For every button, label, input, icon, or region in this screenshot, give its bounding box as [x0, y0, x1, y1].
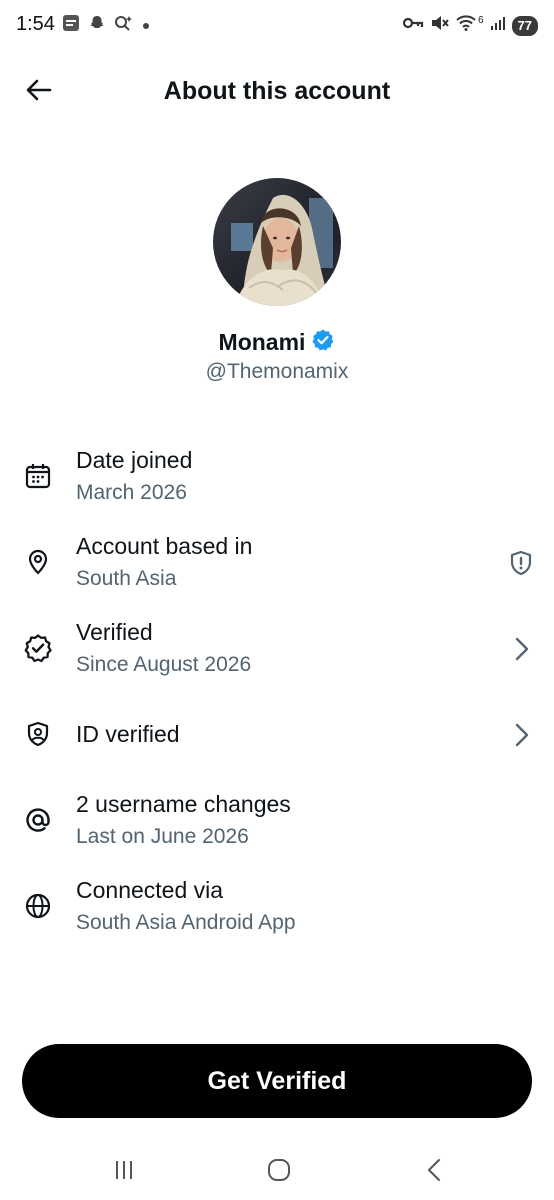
mute-icon: [430, 14, 450, 37]
id-shield-icon: [22, 718, 54, 750]
recents-icon[interactable]: [104, 1154, 144, 1186]
info-title: ID verified: [76, 721, 180, 747]
search-sparkle-icon: [114, 14, 134, 37]
calendar-icon: [22, 460, 54, 492]
info-title: Connected via: [76, 877, 224, 903]
vpn-key-icon: [402, 16, 424, 35]
signal-icon: [490, 15, 506, 36]
handle: @Themonamix: [205, 360, 349, 383]
display-name-row: Monami: [0, 328, 554, 357]
home-icon[interactable]: [259, 1154, 299, 1186]
info-title: Date joined: [76, 447, 193, 473]
info-title: 2 username changes: [76, 791, 291, 817]
info-subtitle: Last on June 2026: [76, 825, 249, 848]
dot-icon: [142, 17, 150, 35]
page-title: About this account: [163, 77, 391, 105]
info-item-connected-via: Connected via South Asia Android App: [0, 870, 554, 950]
samsung-news-icon: [62, 14, 80, 37]
status-bar: 1:54 6 77: [0, 0, 554, 52]
info-title: Account based in: [76, 533, 253, 559]
signal-label: 6: [477, 15, 484, 26]
verified-badge-icon: [311, 328, 335, 357]
info-subtitle: South Asia: [76, 567, 177, 590]
at-sign-icon: [22, 804, 54, 836]
status-right-icons: 6 77: [402, 14, 538, 37]
verified-badge-icon: [22, 632, 54, 664]
status-left-icons: [62, 14, 150, 37]
back-icon[interactable]: [414, 1154, 454, 1186]
info-subtitle: South Asia Android App: [76, 911, 296, 934]
status-time: 1:54: [16, 13, 55, 35]
globe-icon: [22, 890, 54, 922]
info-item-verified[interactable]: Verified Since August 2026: [0, 612, 554, 692]
get-verified-button[interactable]: Get Verified: [22, 1044, 532, 1118]
info-subtitle: March 2026: [76, 481, 187, 504]
display-name: Monami: [218, 329, 306, 355]
wifi-icon: [456, 15, 476, 36]
system-nav-bar: [0, 1140, 554, 1200]
chevron-right-icon[interactable]: [506, 720, 536, 750]
info-item-account-based-in: Account based in South Asia: [0, 526, 554, 606]
avatar[interactable]: [213, 178, 341, 306]
info-item-id-verified[interactable]: ID verified: [0, 698, 554, 778]
info-item-date-joined: Date joined March 2026: [0, 440, 554, 520]
location-pin-icon: [22, 546, 54, 578]
info-title: Verified: [76, 619, 153, 645]
shield-alert-icon[interactable]: [506, 548, 536, 578]
info-item-username-changes: 2 username changes Last on June 2026: [0, 784, 554, 864]
snapchat-icon: [88, 14, 106, 37]
battery-icon: 77: [511, 15, 538, 36]
info-subtitle: Since August 2026: [76, 653, 252, 676]
header: About this account: [0, 60, 554, 124]
chevron-right-icon[interactable]: [506, 634, 536, 664]
